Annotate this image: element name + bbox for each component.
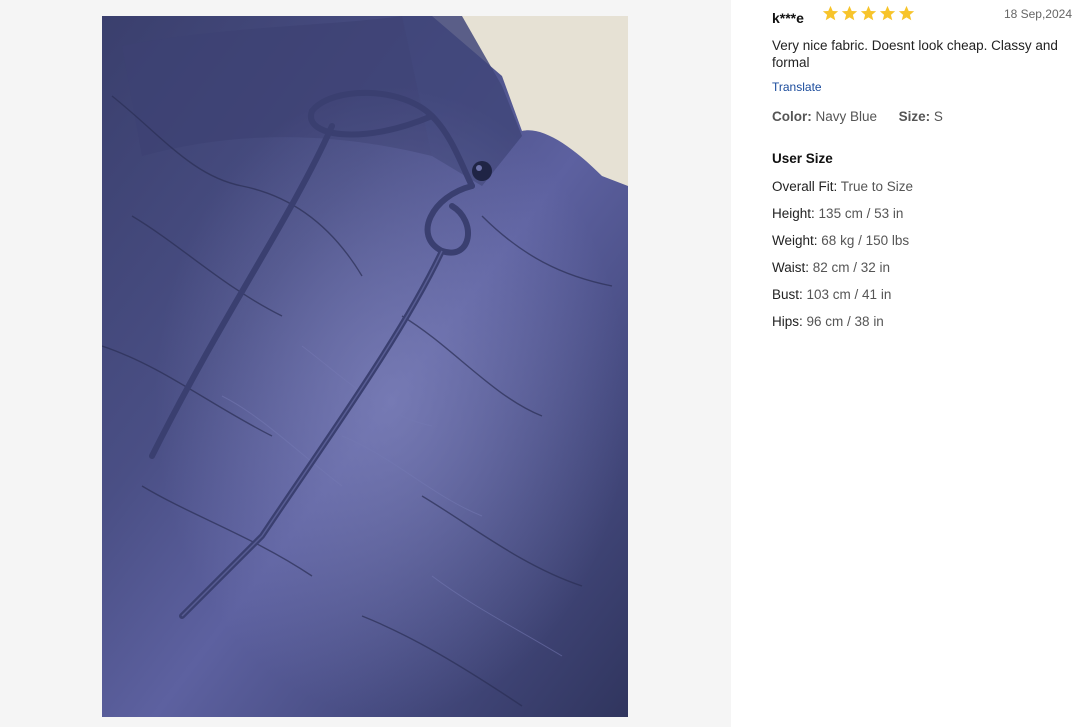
size-row-weight: Weight: 68 kg / 150 lbs <box>772 232 913 259</box>
size-row-hips: Hips: 96 cm / 38 in <box>772 313 913 340</box>
size-row-label: Bust: <box>772 287 803 302</box>
star-icon <box>822 5 839 21</box>
color-value: Navy Blue <box>815 109 878 124</box>
size-row-value: True to Size <box>840 179 914 194</box>
translate-link[interactable]: Translate <box>772 80 822 94</box>
review-date: 18 Sep,2024 <box>1003 7 1072 21</box>
size-row-label: Height: <box>772 206 815 221</box>
star-rating <box>822 5 915 22</box>
fabric-photo-image <box>102 16 628 717</box>
user-size-title: User Size <box>772 151 833 166</box>
photo-panel <box>0 0 731 727</box>
size-row-waist: Waist: 82 cm / 32 in <box>772 259 913 286</box>
size-row-bust: Bust: 103 cm / 41 in <box>772 286 913 313</box>
review-text: Very nice fabric. Doesnt look cheap. Cla… <box>772 38 1058 70</box>
review-viewer: k***e 18 Sep,2024 Very nice fabric. Does… <box>0 0 1077 727</box>
review-panel: k***e 18 Sep,2024 Very nice fabric. Does… <box>772 0 1072 329</box>
review-photo[interactable] <box>102 16 628 717</box>
size-row-label: Weight: <box>772 233 818 248</box>
size-row-value: 82 cm / 32 in <box>812 260 891 275</box>
star-icon <box>898 5 915 21</box>
reviewer-name: k***e <box>772 10 804 26</box>
size-row-value: 103 cm / 41 in <box>806 287 892 302</box>
review-header: k***e 18 Sep,2024 <box>772 0 1072 32</box>
star-icon <box>841 5 858 21</box>
star-icon <box>879 5 896 21</box>
size-label: Size: <box>898 109 931 124</box>
size-row-overall-fit: Overall Fit: True to Size <box>772 178 913 205</box>
size-row-label: Hips: <box>772 314 803 329</box>
size-row-value: 96 cm / 38 in <box>806 314 884 329</box>
purchase-attributes: Color: Navy Blue Size: S <box>772 109 943 124</box>
size-value: S <box>933 109 943 124</box>
size-row-label: Waist: <box>772 260 809 275</box>
size-row-label: Overall Fit: <box>772 179 838 194</box>
size-row-value: 135 cm / 53 in <box>818 206 904 221</box>
user-size-list: Overall Fit: True to Size Height: 135 cm… <box>772 178 913 340</box>
color-label: Color: <box>772 109 812 124</box>
star-icon <box>860 5 877 21</box>
size-row-height: Height: 135 cm / 53 in <box>772 205 913 232</box>
size-row-value: 68 kg / 150 lbs <box>821 233 910 248</box>
